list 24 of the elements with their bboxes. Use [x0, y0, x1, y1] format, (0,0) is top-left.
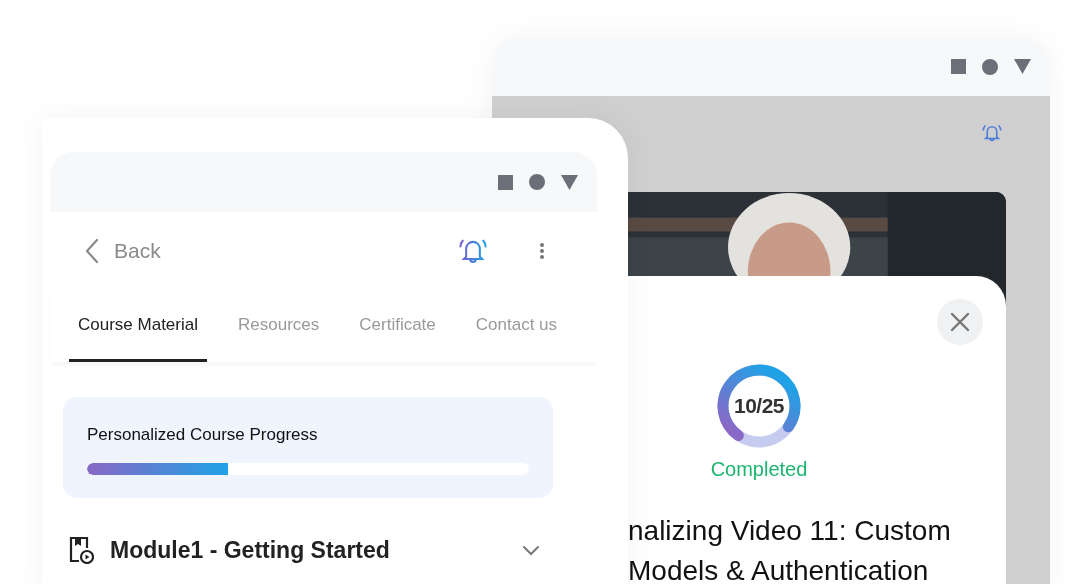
triangle-icon [561, 174, 578, 190]
module-title: Module1 - Getting Started [110, 536, 390, 564]
close-icon [950, 312, 970, 332]
close-button[interactable] [937, 299, 983, 345]
tab[interactable]: Course Material [69, 290, 207, 362]
square-icon [951, 59, 966, 74]
chevron-icon[interactable] [522, 544, 540, 556]
triangle-icon [1014, 59, 1031, 74]
video-file-icon [68, 536, 94, 564]
circle-icon [529, 174, 545, 190]
tab[interactable]: Resources [229, 290, 329, 362]
square-icon [498, 174, 513, 190]
progress-count: 10/25 [732, 394, 786, 418]
bell-icon[interactable] [981, 122, 1003, 144]
circle-icon [982, 58, 998, 75]
tab[interactable]: Contact us [466, 290, 558, 362]
chevron-left-icon [84, 238, 100, 264]
back-button[interactable]: Back [84, 238, 161, 264]
completion-status: Completed [710, 458, 808, 481]
progress-title: Personalized Course Progress [87, 425, 319, 445]
video-title: nalizing Video 11: Custom Models & Authentication [628, 514, 952, 584]
more-icon[interactable] [539, 242, 545, 260]
tab[interactable]: Certificate [350, 290, 445, 362]
module-row[interactable]: Module1 - Getting Started [63, 536, 540, 564]
